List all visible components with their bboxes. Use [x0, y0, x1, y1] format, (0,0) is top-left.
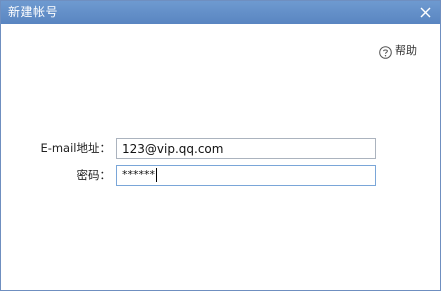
- close-icon: [420, 7, 431, 18]
- help-circle-icon: [379, 44, 392, 59]
- password-field[interactable]: ******: [116, 165, 376, 186]
- close-button[interactable]: [417, 4, 434, 21]
- new-account-dialog: 新建帐号 帮助 E-mail地址： 123@vip.qq.com 密码： ***…: [0, 0, 441, 291]
- window-title: 新建帐号: [8, 5, 59, 19]
- password-mask: ******: [122, 168, 155, 181]
- email-label: E-mail地址：: [40, 141, 111, 155]
- help-link[interactable]: 帮助: [379, 43, 417, 59]
- password-label: 密码：: [76, 168, 112, 182]
- text-caret: [156, 168, 157, 182]
- help-label: 帮助: [395, 43, 417, 57]
- email-value: 123@vip.qq.com: [122, 142, 224, 156]
- password-value: ******: [122, 168, 157, 182]
- title-bar[interactable]: 新建帐号: [1, 1, 440, 24]
- email-field[interactable]: 123@vip.qq.com: [116, 138, 376, 159]
